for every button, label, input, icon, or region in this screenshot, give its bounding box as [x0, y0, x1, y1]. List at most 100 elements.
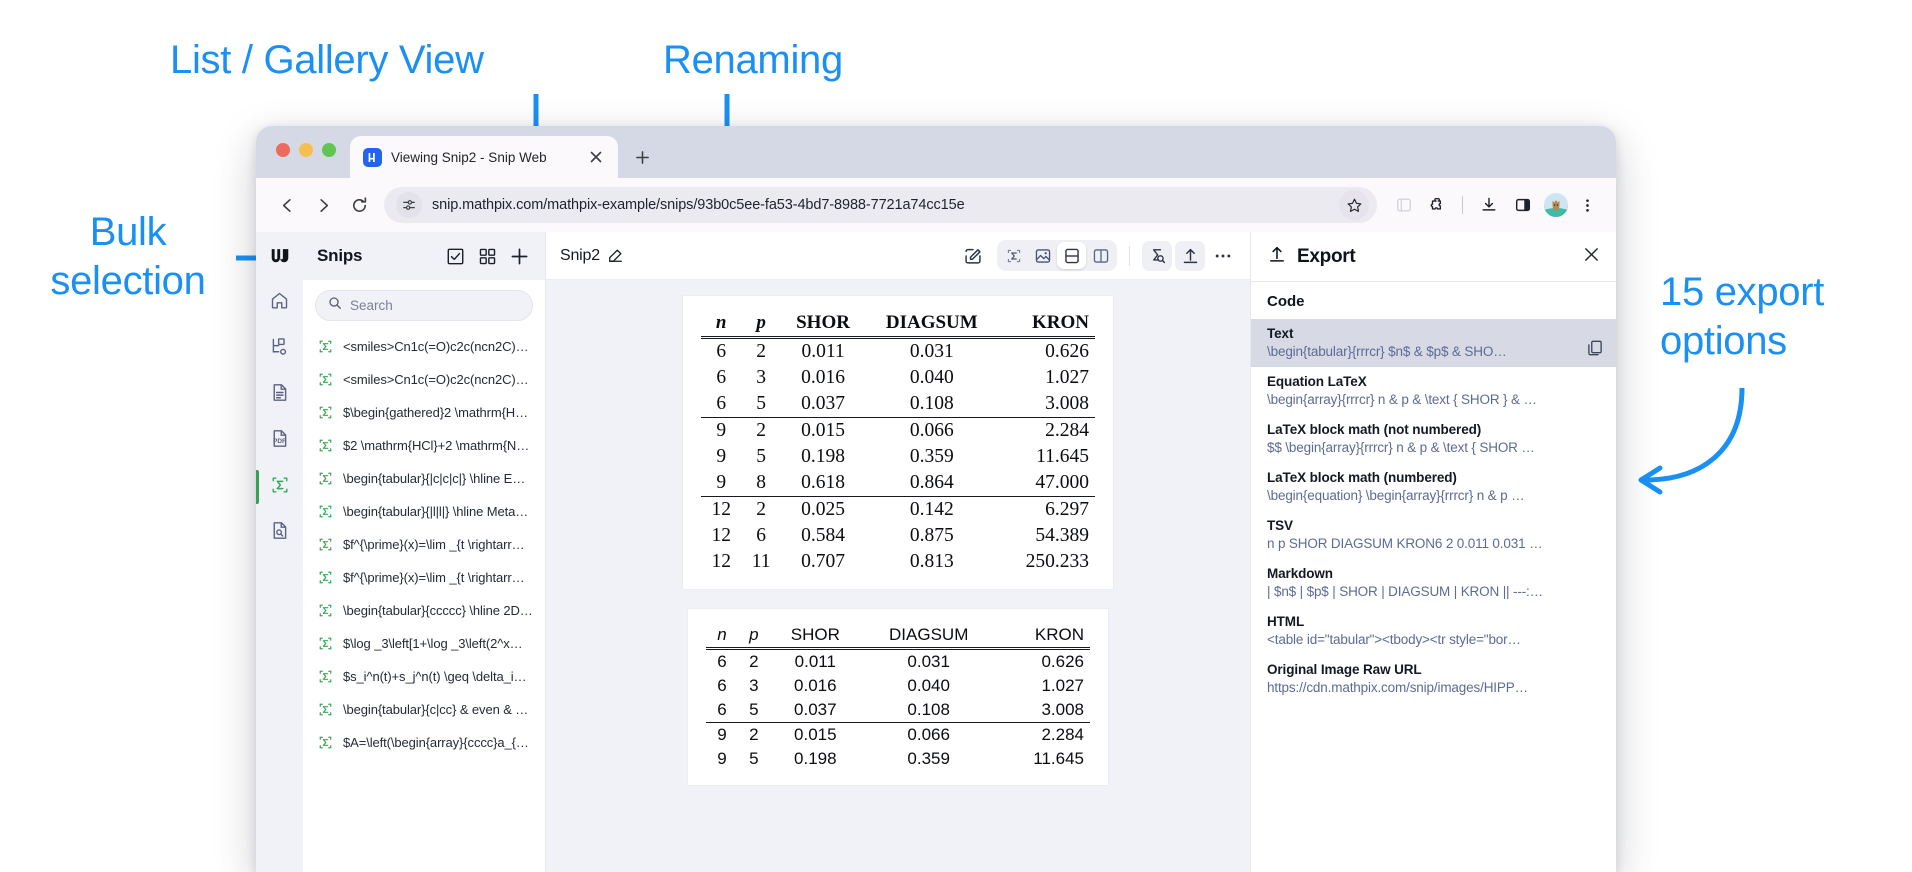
- minimize-window-button[interactable]: [299, 143, 313, 157]
- browser-tab[interactable]: Viewing Snip2 - Snip Web: [350, 136, 618, 178]
- extensions-puzzle-icon[interactable]: [1423, 190, 1453, 220]
- reload-icon[interactable]: [342, 188, 376, 222]
- list-item[interactable]: $s_i^n(t)+s_j^n(t) \geq \delta_i…: [303, 660, 545, 693]
- list-item[interactable]: $2 \mathrm{HCl}+2 \mathrm{N…: [303, 429, 545, 462]
- new-snip-plus-icon[interactable]: [505, 242, 533, 270]
- export-option-value: n p SHOR DIAGSUM KRON6 2 0.011 0.031 …: [1267, 536, 1543, 551]
- address-bar[interactable]: snip.mathpix.com/mathpix-example/snips/9…: [384, 187, 1377, 223]
- list-item[interactable]: $f^{\prime}(x)=\lim _{t \rightarr…: [303, 561, 545, 594]
- list-item[interactable]: \begin{tabular}{ccccc} \hline 2D…: [303, 594, 545, 627]
- list-item-label: \begin{tabular}{ccccc} \hline 2D…: [343, 603, 533, 618]
- cell: 9: [717, 749, 727, 768]
- list-item[interactable]: $\log _3\left[1+\log _3\left(2^x…: [303, 627, 545, 660]
- sidebar-item-ocr-search[interactable]: [256, 510, 303, 556]
- forward-arrow-icon[interactable]: [306, 188, 340, 222]
- sigma-snip-icon: [317, 569, 334, 586]
- mathpix-logo-icon[interactable]: [256, 232, 303, 280]
- list-item[interactable]: \begin{tabular}{|c|c|c|} \hline E…: [303, 462, 545, 495]
- more-horizontal-icon[interactable]: [1208, 241, 1238, 271]
- maximize-window-button[interactable]: [322, 143, 336, 157]
- side-panel-icon[interactable]: [1508, 190, 1538, 220]
- cell: 250.233: [1025, 551, 1089, 572]
- cell: 0.066: [907, 725, 950, 744]
- sigma-snip-icon: [317, 404, 334, 421]
- grid-view-icon[interactable]: [473, 242, 501, 270]
- cell: 2: [749, 725, 759, 744]
- sidebar-item-pdfs[interactable]: PDF: [256, 418, 303, 464]
- sigma-snip-icon: [317, 734, 334, 751]
- tab-search-icon[interactable]: [1389, 190, 1419, 220]
- site-settings-icon[interactable]: [396, 192, 422, 218]
- snip-list[interactable]: <smiles>Cn1c(=O)c2c(ncn2C)n… <smiles>Cn1…: [303, 329, 545, 872]
- sidebar-item-snips[interactable]: [256, 464, 303, 510]
- profile-avatar[interactable]: [1544, 193, 1568, 217]
- cell: 11.645: [1036, 446, 1089, 467]
- snip-table-rendered: n p SHOR DIAGSUM KRON 6 2 0.011 0.031 0.626 …: [706, 623, 1090, 771]
- cell: 2: [756, 341, 766, 362]
- bookmark-star-icon[interactable]: [1339, 190, 1369, 220]
- upload-icon[interactable]: [1175, 240, 1205, 271]
- close-tab-button[interactable]: [584, 145, 608, 169]
- list-item[interactable]: $\begin{gathered}2 \mathrm{H…: [303, 396, 545, 429]
- export-option-latex-block-not-numbered[interactable]: LaTeX block math (not numbered) $$ \begi…: [1251, 415, 1616, 463]
- browser-menu-icon[interactable]: [1572, 190, 1602, 220]
- search-input[interactable]: [350, 298, 520, 313]
- export-option-equation-latex[interactable]: Equation LaTeX \begin{array}{rrrcr} n & …: [1251, 367, 1616, 415]
- list-item-label: <smiles>Cn1c(=O)c2c(ncn2C)n…: [343, 339, 535, 354]
- sigma-snip-icon: [317, 602, 334, 619]
- bulk-select-checkbox-icon[interactable]: [441, 242, 469, 270]
- list-item[interactable]: \begin{tabular}{|l|l|} \hline Meta…: [303, 495, 545, 528]
- export-option-tsv[interactable]: TSV n p SHOR DIAGSUM KRON6 2 0.011 0.031…: [1251, 511, 1616, 559]
- sigma-snip-icon: [317, 635, 334, 652]
- list-item[interactable]: \begin{tabular}{c|cc} & even & …: [303, 693, 545, 726]
- back-arrow-icon[interactable]: [270, 188, 304, 222]
- snip-content-area[interactable]: n p SHOR DIAGSUM KRON 6 2 0.011 0.031 0.626 …: [546, 280, 1250, 872]
- new-tab-button[interactable]: [630, 145, 654, 169]
- sidebar-item-home[interactable]: [256, 280, 303, 326]
- rename-pencil-icon[interactable]: [603, 243, 629, 269]
- sigma-search-icon[interactable]: [1142, 240, 1172, 271]
- cell: 2: [756, 420, 766, 441]
- cell: 0.015: [801, 420, 845, 441]
- search-box[interactable]: [315, 290, 533, 321]
- close-icon[interactable]: [1583, 246, 1600, 268]
- downloads-icon[interactable]: [1474, 190, 1504, 220]
- split-horizontal-icon[interactable]: [1057, 242, 1086, 269]
- list-item[interactable]: <smiles>Cn1c(=O)c2c(ncn2C)n…: [303, 363, 545, 396]
- list-item[interactable]: $A=\left(\begin{array}{cccc}a_{…: [303, 726, 545, 759]
- home-icon: [269, 290, 290, 316]
- close-window-button[interactable]: [276, 143, 290, 157]
- export-option-label: LaTeX block math (not numbered): [1267, 422, 1482, 437]
- edit-pencil-icon[interactable]: [958, 241, 988, 271]
- list-item-label: $\begin{gathered}2 \mathrm{H…: [343, 405, 528, 420]
- split-vertical-icon[interactable]: [1086, 242, 1115, 269]
- list-item[interactable]: $f^{\prime}(x)=\lim _{t \rightarr…: [303, 528, 545, 561]
- pdf-icon: PDF: [269, 428, 290, 454]
- sidebar-item-documents[interactable]: [256, 372, 303, 418]
- view-mode-segmented-control[interactable]: [997, 240, 1117, 271]
- export-option-latex-block-numbered[interactable]: LaTeX block math (numbered) \begin{equat…: [1251, 463, 1616, 511]
- cell: 12: [711, 525, 731, 546]
- cell: 6: [716, 341, 727, 362]
- list-item-label: $f^{\prime}(x)=\lim _{t \rightarr…: [343, 537, 525, 552]
- document-search-icon: [269, 520, 290, 546]
- export-option-text[interactable]: Text \begin{tabular}{rrrcr} $n$ & $p$ & …: [1251, 319, 1616, 367]
- cell: 0.037: [794, 700, 837, 719]
- upload-icon: [1267, 244, 1287, 269]
- svg-text:PDF: PDF: [273, 438, 286, 445]
- export-option-html[interactable]: HTML <table id="tabular"><tbody><tr styl…: [1251, 607, 1616, 655]
- sidebar-item-folders[interactable]: [256, 326, 303, 372]
- cell: 6: [716, 393, 727, 414]
- image-icon[interactable]: [1028, 242, 1057, 269]
- cell: 0.813: [909, 551, 954, 572]
- cell: 6: [716, 367, 727, 388]
- copy-icon[interactable]: [1586, 339, 1604, 357]
- cell: 0.875: [909, 525, 954, 546]
- column-header: KRON: [1034, 625, 1084, 644]
- list-item[interactable]: <smiles>Cn1c(=O)c2c(ncn2C)n…: [303, 330, 545, 363]
- export-option-original-image-raw-url[interactable]: Original Image Raw URL https://cdn.mathp…: [1251, 655, 1616, 703]
- cell: 0.011: [794, 652, 836, 671]
- table-header-row: n p SHOR DIAGSUM KRON: [706, 623, 1090, 649]
- sigma-icon[interactable]: [999, 242, 1028, 269]
- export-option-markdown[interactable]: Markdown | $n$ | $p$ | SHOR | DIAGSUM | …: [1251, 559, 1616, 607]
